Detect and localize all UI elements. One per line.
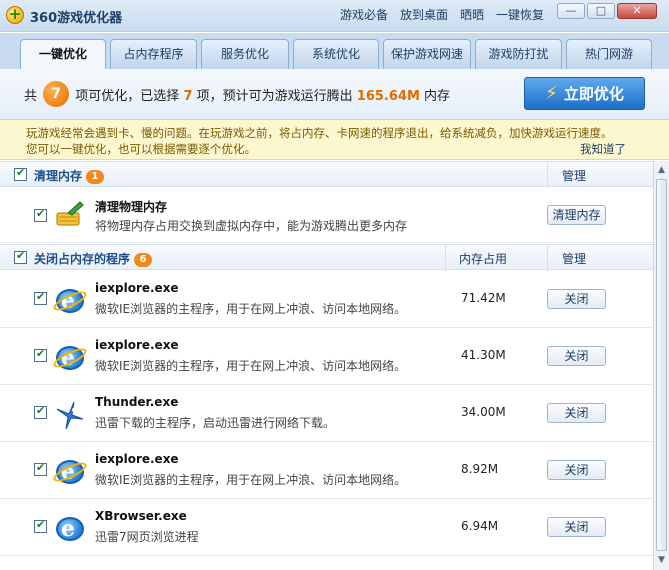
app-title: 360游戏优化器 bbox=[30, 11, 123, 26]
title-bar: 360游戏优化器 游戏必备 放到桌面 晒晒 一键恢复 — □ ✕ bbox=[0, 0, 669, 32]
tab-system-optimize[interactable]: 系统优化 bbox=[293, 39, 379, 69]
table-row: e iexplore.exe 微软IE浏览器的主程序，用于在网上冲浪、访问本地网… bbox=[0, 328, 653, 385]
scroll-thumb[interactable] bbox=[656, 179, 667, 551]
group-title-label: 关闭占内存的程序 bbox=[34, 252, 131, 266]
broom-icon bbox=[56, 201, 84, 226]
tab-memory-programs[interactable]: 占内存程序 bbox=[110, 39, 197, 69]
item-desc: 微软IE浏览器的主程序，用于在网上冲浪、访问本地网络。 bbox=[95, 473, 407, 487]
tip-bar: 玩游戏经常会遇到卡、慢的问题。在玩游戏之前，将占内存、卡网速的程序退出，给系统减… bbox=[0, 120, 669, 160]
thunder-icon bbox=[56, 401, 84, 430]
game-essentials-link[interactable]: 游戏必备 bbox=[340, 6, 388, 23]
list-scrollbar[interactable]: ▲ ▼ bbox=[653, 161, 669, 570]
item-memory: 6.94M bbox=[461, 519, 499, 533]
item-checkbox[interactable] bbox=[34, 461, 47, 476]
optimize-now-label: 立即优化 bbox=[563, 85, 624, 103]
close-process-button[interactable]: 关闭 bbox=[547, 289, 606, 309]
share-link[interactable]: 晒晒 bbox=[460, 6, 484, 23]
memory-usage-header: 内存占用 bbox=[459, 252, 508, 266]
column-divider bbox=[547, 162, 548, 188]
item-name: Thunder.exe bbox=[95, 395, 179, 409]
ie-icon: e bbox=[51, 456, 89, 488]
item-desc: 将物理内存占用交换到虚拟内存中，能为游戏腾出更多内存 bbox=[95, 219, 408, 233]
item-name: iexplore.exe bbox=[95, 452, 179, 466]
item-memory: 71.42M bbox=[461, 291, 506, 305]
item-desc: 迅雷7网页浏览进程 bbox=[95, 530, 199, 544]
xbrowser-icon: e bbox=[54, 513, 86, 545]
item-name: XBrowser.exe bbox=[95, 509, 187, 523]
summary-panel: 共 7 项可优化，已选择 7 项，预计可为游戏运行腾出 165.64M 内存 ⚡… bbox=[0, 69, 669, 120]
close-button[interactable]: ✕ bbox=[617, 3, 657, 19]
group-close-programs-checkbox[interactable] bbox=[14, 249, 27, 264]
list-item: 清理物理内存 将物理内存占用交换到虚拟内存中，能为游戏腾出更多内存 清理内存 bbox=[0, 188, 653, 243]
selected-count: 7 bbox=[183, 89, 193, 104]
table-row: e XBrowser.exe 迅雷7网页浏览进程 6.94M 关闭 bbox=[0, 499, 653, 556]
summary-text-1: 项可优化，已选择 bbox=[75, 89, 180, 104]
title-links: 游戏必备 放到桌面 晒晒 一键恢复 bbox=[340, 6, 544, 23]
put-on-desktop-link[interactable]: 放到桌面 bbox=[400, 6, 448, 23]
summary-prefix: 共 bbox=[24, 89, 38, 104]
item-name: iexplore.exe bbox=[95, 281, 179, 295]
optimize-list: 清理内存1 管理 清理物理内存 将物理内存占用交换到虚拟内存中，能为游戏腾出更多… bbox=[0, 161, 653, 570]
tab-service-optimize[interactable]: 服务优化 bbox=[201, 39, 289, 69]
group-title: 关闭占内存的程序 6 bbox=[34, 250, 153, 267]
scroll-down-icon[interactable]: ▼ bbox=[655, 553, 668, 567]
app-logo-icon bbox=[6, 5, 24, 24]
memory-saved: 165.64M bbox=[356, 89, 420, 104]
item-desc: 迅雷下载的主程序，启动迅雷进行网络下载。 bbox=[95, 416, 336, 430]
close-process-button[interactable]: 关闭 bbox=[547, 346, 606, 366]
item-checkbox[interactable] bbox=[34, 404, 47, 419]
lightning-icon: ⚡ bbox=[545, 83, 558, 104]
one-click-restore-link[interactable]: 一键恢复 bbox=[496, 6, 544, 23]
table-row: e iexplore.exe 微软IE浏览器的主程序，用于在网上冲浪、访问本地网… bbox=[0, 442, 653, 499]
item-memory: 41.30M bbox=[461, 348, 506, 362]
dismiss-tip-link[interactable]: 我知道了 bbox=[580, 141, 626, 157]
item-name: iexplore.exe bbox=[95, 338, 179, 352]
item-memory: 34.00M bbox=[461, 405, 506, 419]
group-title-label: 清理内存 bbox=[34, 169, 83, 183]
column-divider bbox=[445, 245, 446, 271]
group-count-badge: 1 bbox=[86, 170, 105, 184]
manage-header: 管理 bbox=[562, 169, 587, 183]
tab-bar: 一键优化 占内存程序 服务优化 系统优化 保护游戏网速 游戏防打扰 热门网游 bbox=[0, 33, 669, 70]
tip-line-1: 玩游戏经常会遇到卡、慢的问题。在玩游戏之前，将占内存、卡网速的程序退出，给系统减… bbox=[26, 126, 613, 140]
ie-icon: e bbox=[51, 342, 89, 374]
summary-text: 共 7 项可优化，已选择 7 项，预计可为游戏运行腾出 165.64M 内存 bbox=[24, 81, 451, 107]
group-clean-memory-checkbox[interactable] bbox=[14, 166, 27, 181]
item-checkbox[interactable] bbox=[34, 518, 47, 533]
maximize-button[interactable]: □ bbox=[587, 3, 615, 19]
column-divider bbox=[547, 245, 548, 271]
group-title: 清理内存 1 bbox=[34, 167, 105, 184]
close-process-button[interactable]: 关闭 bbox=[547, 517, 606, 537]
summary-text-3: 内存 bbox=[424, 89, 451, 104]
total-count-badge: 7 bbox=[43, 81, 70, 107]
tab-one-click-optimize[interactable]: 一键优化 bbox=[20, 39, 106, 70]
minimize-button[interactable]: — bbox=[557, 3, 585, 19]
item-checkbox[interactable] bbox=[34, 207, 47, 222]
group-close-programs: 关闭占内存的程序6 内存占用 管理 bbox=[0, 244, 653, 271]
close-process-button[interactable]: 关闭 bbox=[547, 460, 606, 480]
optimize-now-button[interactable]: ⚡ 立即优化 bbox=[524, 77, 645, 110]
tab-anti-disturb[interactable]: 游戏防打扰 bbox=[475, 39, 562, 69]
group-clean-memory: 清理内存1 管理 bbox=[0, 161, 653, 188]
group-count-badge: 6 bbox=[134, 253, 153, 267]
tab-hot-games[interactable]: 热门网游 bbox=[566, 39, 652, 69]
tab-protect-network[interactable]: 保护游戏网速 bbox=[383, 39, 471, 69]
clean-memory-button[interactable]: 清理内存 bbox=[547, 205, 606, 225]
close-process-button[interactable]: 关闭 bbox=[547, 403, 606, 423]
item-desc: 微软IE浏览器的主程序，用于在网上冲浪、访问本地网络。 bbox=[95, 302, 407, 316]
item-desc: 微软IE浏览器的主程序，用于在网上冲浪、访问本地网络。 bbox=[95, 359, 407, 373]
table-row: Thunder.exe 迅雷下载的主程序，启动迅雷进行网络下载。 34.00M … bbox=[0, 385, 653, 442]
tip-line-2: 您可以一键优化，也可以根据需要逐个优化。 bbox=[26, 142, 256, 156]
ie-icon: e bbox=[51, 285, 89, 317]
summary-text-2: 项，预计可为游戏运行腾出 bbox=[196, 89, 353, 104]
table-row: e iexplore.exe 微软IE浏览器的主程序，用于在网上冲浪、访问本地网… bbox=[0, 271, 653, 328]
manage-header: 管理 bbox=[562, 252, 587, 266]
item-name: 清理物理内存 bbox=[95, 200, 168, 214]
scroll-up-icon[interactable]: ▲ bbox=[655, 163, 668, 177]
item-memory: 8.92M bbox=[461, 462, 499, 476]
item-checkbox[interactable] bbox=[34, 347, 47, 362]
item-checkbox[interactable] bbox=[34, 290, 47, 305]
